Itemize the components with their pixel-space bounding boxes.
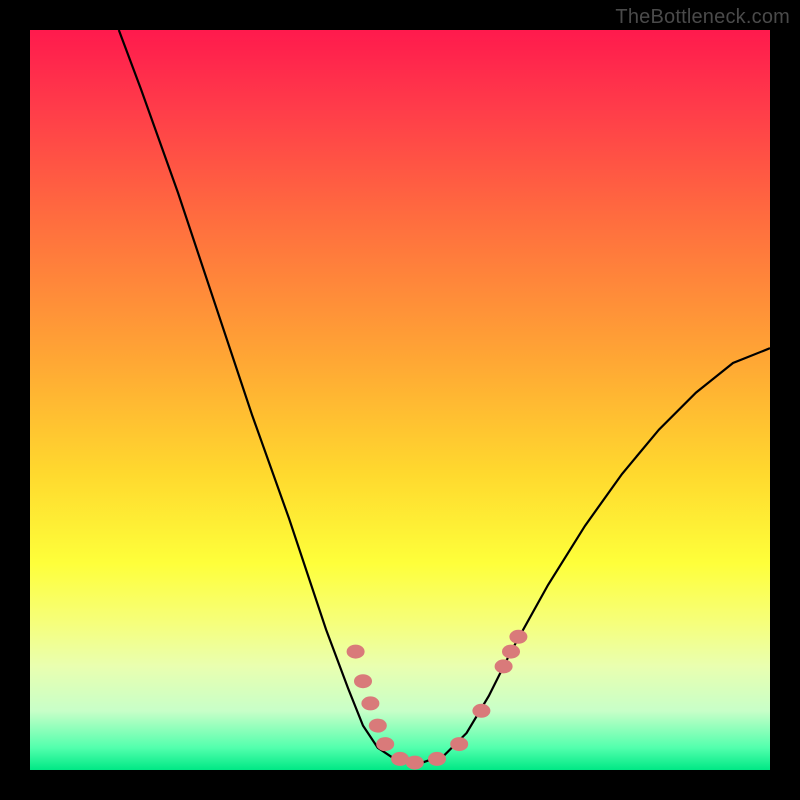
curve-marker	[472, 704, 490, 718]
curve-marker	[502, 645, 520, 659]
bottleneck-curve	[119, 30, 770, 763]
watermark-text: TheBottleneck.com	[615, 6, 790, 29]
curve-marker	[495, 659, 513, 673]
curve-marker	[450, 737, 468, 751]
curve-marker	[347, 645, 365, 659]
curve-marker	[354, 674, 372, 688]
curve-markers-group	[347, 630, 528, 770]
curve-marker	[361, 696, 379, 710]
curve-marker	[406, 756, 424, 770]
bottleneck-curve-svg	[30, 30, 770, 770]
curve-marker	[376, 737, 394, 751]
curve-marker	[428, 752, 446, 766]
chart-plot-area	[30, 30, 770, 770]
curve-marker	[369, 719, 387, 733]
curve-marker	[509, 630, 527, 644]
